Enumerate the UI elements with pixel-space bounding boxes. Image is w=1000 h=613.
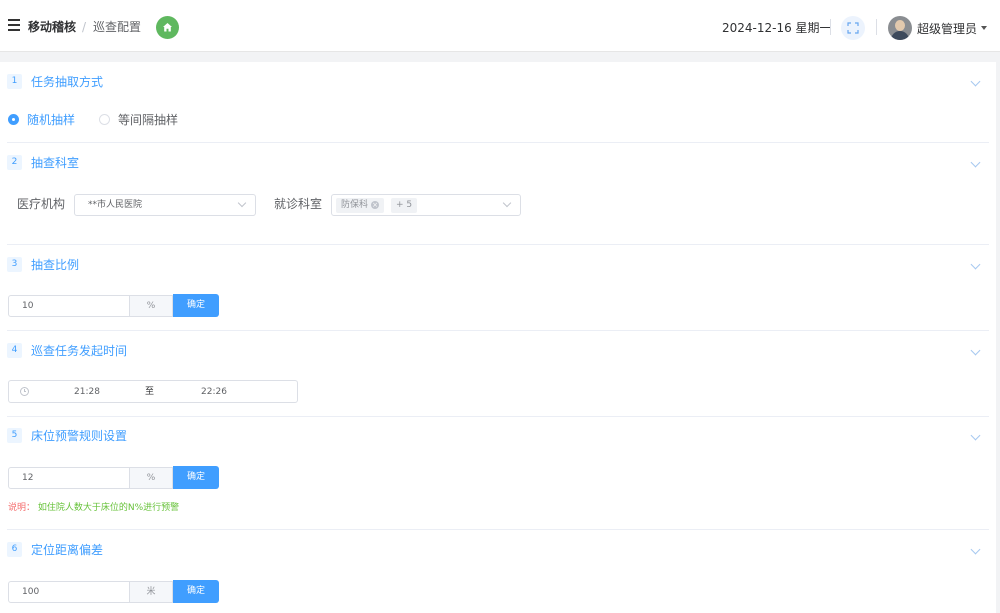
header-divider: [830, 19, 831, 35]
dept-select[interactable]: 防保科 × + 5: [331, 194, 521, 216]
org-select[interactable]: **市人民医院: [74, 194, 256, 216]
bed-warning-note: 说明： 如住院人数大于床位的N%进行预警: [8, 502, 179, 514]
range-separator: 至: [145, 387, 155, 397]
chevron-down-icon[interactable]: [970, 157, 981, 168]
section-title: 定位距离偏差: [31, 543, 104, 557]
chevron-down-icon: [502, 198, 512, 208]
org-label: 医疗机构: [17, 197, 66, 211]
confirm-bed-warning-button[interactable]: 确定: [173, 466, 219, 489]
section-title: 任务抽取方式: [31, 75, 104, 89]
confirm-location-button[interactable]: 确定: [173, 580, 219, 603]
radio-label: 等间隔抽样: [118, 113, 179, 127]
section-title: 巡查任务发起时间: [31, 344, 128, 358]
step-number: 3: [7, 257, 22, 272]
step-number: 4: [7, 343, 22, 358]
section-divider: [7, 529, 989, 530]
clock-icon: [20, 387, 29, 396]
section-title: 抽查比例: [31, 258, 80, 272]
radio-dot[interactable]: [99, 114, 110, 125]
current-date: 2024-12-16 星期一: [722, 21, 832, 35]
radio-dot[interactable]: [8, 114, 19, 125]
section-header-sampling-ratio[interactable]: 3 抽查比例: [7, 255, 991, 275]
fullscreen-button[interactable]: [841, 16, 865, 40]
home-icon: [163, 23, 172, 32]
meter-unit: 米: [130, 581, 173, 603]
section-divider: [7, 244, 989, 245]
step-number: 1: [7, 74, 22, 89]
step-number: 2: [7, 155, 22, 170]
section-header-start-time[interactable]: 4 巡查任务发起时间: [7, 341, 991, 361]
hamburger-icon[interactable]: [8, 19, 20, 31]
section-title: 抽查科室: [31, 156, 80, 170]
start-time[interactable]: 21:28: [74, 386, 100, 398]
confirm-ratio-button[interactable]: 确定: [173, 294, 219, 317]
chevron-down-icon[interactable]: [970, 544, 981, 555]
note-key: 说明：: [8, 503, 36, 513]
radio-label: 随机抽样: [27, 113, 76, 127]
breadcrumb-root[interactable]: 移动稽核: [28, 19, 76, 35]
chevron-down-icon[interactable]: [970, 76, 981, 87]
breadcrumb-current: 巡查配置: [93, 20, 142, 34]
radio-interval-sampling[interactable]: 等间隔抽样: [99, 113, 183, 127]
section-header-departments[interactable]: 2 抽查科室: [7, 153, 991, 173]
section-divider: [7, 142, 989, 143]
header-divider: [876, 19, 877, 35]
location-deviation-input[interactable]: 100: [8, 581, 130, 603]
fullscreen-icon: [847, 22, 859, 34]
percent-unit: %: [130, 467, 173, 489]
home-button[interactable]: [156, 16, 179, 39]
bed-warning-input[interactable]: 12: [8, 467, 130, 489]
top-header: 移动稽核 / 巡查配置 2024-12-16 星期一 超级管理员: [0, 0, 1000, 52]
dept-tag: 防保科 ×: [336, 198, 385, 213]
step-number: 5: [7, 428, 22, 443]
section-header-bed-warning[interactable]: 5 床位预警规则设置: [7, 426, 991, 446]
step-number: 6: [7, 542, 22, 557]
end-time[interactable]: 22:26: [201, 386, 227, 398]
chevron-down-icon[interactable]: [970, 345, 981, 356]
org-select-value: **市人民医院: [88, 200, 143, 210]
caret-down-icon[interactable]: [981, 26, 987, 30]
config-panel: 1 任务抽取方式 随机抽样 等间隔抽样 2 抽查科室 医疗机构 **市人民医院 …: [0, 62, 996, 613]
section-header-location-deviation[interactable]: 6 定位距离偏差: [7, 540, 991, 560]
section-header-task-sampling[interactable]: 1 任务抽取方式: [7, 72, 991, 92]
note-value: 如住院人数大于床位的N%进行预警: [37, 503, 180, 513]
chevron-down-icon: [237, 198, 247, 208]
user-name[interactable]: 超级管理员: [917, 21, 977, 37]
dept-more-tag: + 5: [391, 198, 418, 213]
time-range-picker[interactable]: 21:28 至 22:26: [8, 380, 298, 403]
dept-label: 就诊科室: [274, 197, 323, 211]
section-divider: [7, 416, 989, 417]
sampling-ratio-input[interactable]: 10: [8, 295, 130, 317]
section-title: 床位预警规则设置: [31, 429, 128, 443]
chevron-down-icon[interactable]: [970, 259, 981, 270]
section-divider: [7, 330, 989, 331]
dept-tag-label: 防保科: [341, 200, 369, 210]
radio-random-sampling[interactable]: 随机抽样: [8, 113, 78, 127]
chevron-down-icon[interactable]: [970, 430, 981, 441]
breadcrumb-separator: /: [82, 20, 87, 34]
tag-close-icon[interactable]: ×: [371, 201, 380, 209]
percent-unit: %: [130, 295, 173, 317]
avatar[interactable]: [888, 16, 912, 40]
